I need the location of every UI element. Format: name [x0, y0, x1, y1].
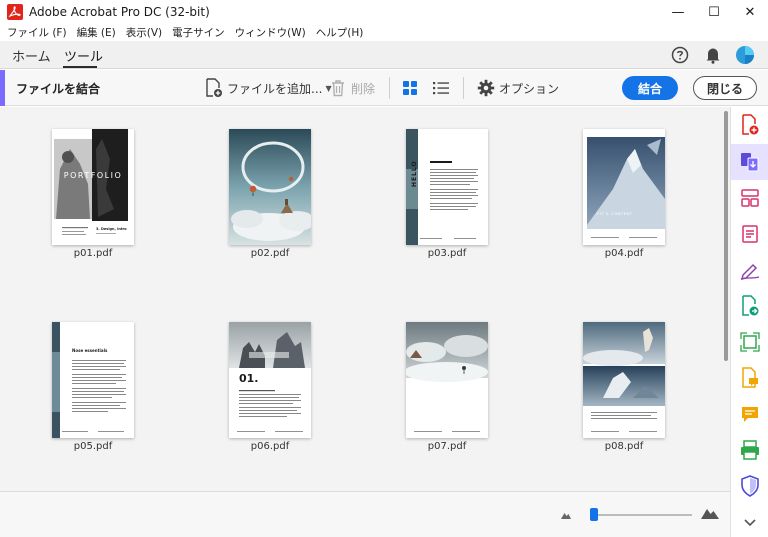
list-view-button[interactable] — [431, 78, 454, 98]
zoom-slider-thumb[interactable] — [590, 508, 598, 521]
close-tool-button[interactable]: 閉じる — [693, 76, 757, 100]
add-file-icon — [204, 78, 224, 98]
combine-files-icon[interactable] — [738, 150, 762, 174]
maximize-button[interactable]: ☐ — [696, 0, 732, 24]
thumbnail-image — [583, 322, 665, 438]
file-thumbnail-p04[interactable]: FIT & CONTENT — [583, 129, 665, 245]
zoom-slider-track[interactable] — [590, 514, 692, 516]
help-icon[interactable] — [670, 45, 690, 65]
trash-icon — [328, 78, 348, 98]
thumbnail-image — [229, 129, 311, 245]
title-bar: Adobe Acrobat Pro DC (32-bit) — ☐ ✕ — [0, 0, 768, 24]
right-tools-panel — [730, 107, 768, 537]
file-thumbnail-p07[interactable] — [406, 322, 488, 438]
tool-accent-bar — [0, 70, 5, 106]
file-thumbnail-area: PORTFOLIO 3. Design, Intro p01.pdf p02.p… — [0, 107, 722, 491]
toolbar-divider — [389, 77, 390, 99]
notification-bell-icon[interactable] — [703, 45, 723, 65]
file-thumbnail-p08[interactable] — [583, 322, 665, 438]
file-name-label: p02.pdf — [250, 248, 290, 259]
chat-icon[interactable] — [738, 402, 762, 426]
organize-pages-icon[interactable] — [738, 186, 762, 210]
vertical-scrollbar[interactable] — [722, 107, 730, 537]
fill-sign-icon[interactable] — [738, 258, 762, 282]
maximize-icon: ☐ — [708, 4, 720, 20]
file-thumbnail-p06[interactable]: 01. — [229, 322, 311, 438]
file-name-label: p08.pdf — [604, 441, 644, 452]
thumbnail-image: FIT & CONTENT — [583, 129, 665, 245]
options-button[interactable]: オプション — [476, 78, 559, 98]
thumbnail-image — [406, 322, 488, 438]
menu-window[interactable]: ウィンドウ(W) — [235, 25, 306, 40]
close-window-button[interactable]: ✕ — [732, 0, 768, 24]
acrobat-logo-icon — [7, 4, 23, 20]
menu-bar: ファイル (F) 編集 (E) 表示(V) 電子サイン ウィンドウ(W) ヘルプ… — [0, 24, 768, 41]
file-thumbnail-p03[interactable]: HELLO — [406, 129, 488, 245]
create-pdf-icon[interactable] — [738, 113, 762, 137]
user-avatar-icon[interactable] — [735, 45, 755, 65]
file-name-label: p07.pdf — [427, 441, 467, 452]
delete-label: 削除 — [351, 81, 376, 96]
file-name-label: p06.pdf — [250, 441, 290, 452]
close-icon: ✕ — [744, 4, 756, 20]
grid-view-icon — [400, 78, 420, 98]
zoom-out-mountain-icon[interactable] — [560, 509, 572, 523]
add-files-button[interactable]: ファイルを追加... ▼ — [204, 78, 332, 98]
hello-vertical-text: HELLO — [411, 160, 418, 187]
gear-icon — [476, 78, 496, 98]
tool-title: ファイルを結合 — [16, 82, 101, 96]
toolbar-divider — [463, 77, 464, 99]
scrollbar-thumb[interactable] — [724, 111, 728, 361]
tab-row: ホーム ツール — [0, 41, 768, 69]
active-tab-indicator — [63, 66, 97, 68]
compress-icon[interactable] — [738, 330, 762, 354]
file-name-label: p04.pdf — [604, 248, 644, 259]
protect-icon[interactable] — [738, 474, 762, 498]
text-page-heading: Nose essentials — [72, 348, 108, 353]
thumbnail-image: PORTFOLIO 3. Design, Intro — [52, 129, 134, 245]
menu-file[interactable]: ファイル (F) — [7, 25, 67, 40]
options-label: オプション — [499, 81, 560, 96]
file-name-label: p01.pdf — [73, 248, 113, 259]
tab-home[interactable]: ホーム — [12, 46, 51, 65]
minimize-button[interactable]: — — [660, 0, 696, 24]
export-pdf-icon[interactable] — [738, 294, 762, 318]
minimize-icon: — — [671, 4, 685, 20]
portfolio-subtitle: 3. Design, Intro — [96, 227, 127, 231]
menu-esign[interactable]: 電子サイン — [172, 25, 225, 40]
file-thumbnail-p01[interactable]: PORTFOLIO 3. Design, Intro — [52, 129, 134, 245]
portfolio-title: PORTFOLIO — [64, 171, 123, 180]
file-thumbnail-p05[interactable]: Nose essentials — [52, 322, 134, 438]
delete-button[interactable]: 削除 — [328, 78, 375, 98]
file-name-label: p05.pdf — [73, 441, 113, 452]
zoom-bar — [0, 491, 730, 537]
file-name-label: p03.pdf — [427, 248, 467, 259]
file-thumbnail-p02[interactable] — [229, 129, 311, 245]
window-title: Adobe Acrobat Pro DC (32-bit) — [29, 5, 210, 19]
thumbnail-image: HELLO — [406, 129, 488, 245]
mountain-caption: FIT & CONTENT — [597, 212, 633, 216]
city-page-number: 01. — [239, 372, 259, 385]
menu-edit[interactable]: 編集 (E) — [77, 25, 116, 40]
menu-help[interactable]: ヘルプ(H) — [316, 25, 364, 40]
thumbnail-image: 01. — [229, 322, 311, 438]
print-production-icon[interactable] — [738, 438, 762, 462]
comment-icon[interactable] — [738, 366, 762, 390]
scroll-down-icon[interactable] — [738, 510, 762, 534]
zoom-in-mountain-icon[interactable] — [700, 506, 720, 523]
tab-tools[interactable]: ツール — [64, 46, 103, 65]
add-files-label: ファイルを追加... — [227, 81, 323, 96]
combine-files-toolbar: ファイルを結合 ファイルを追加... ▼ 削除 オプション 結合 閉じる — [0, 70, 768, 106]
edit-pdf-icon[interactable] — [738, 222, 762, 246]
menu-view[interactable]: 表示(V) — [126, 25, 162, 40]
thumbnail-image: Nose essentials — [52, 322, 134, 438]
list-view-icon — [431, 78, 451, 98]
grid-view-button[interactable] — [400, 78, 423, 98]
combine-button[interactable]: 結合 — [622, 76, 678, 100]
